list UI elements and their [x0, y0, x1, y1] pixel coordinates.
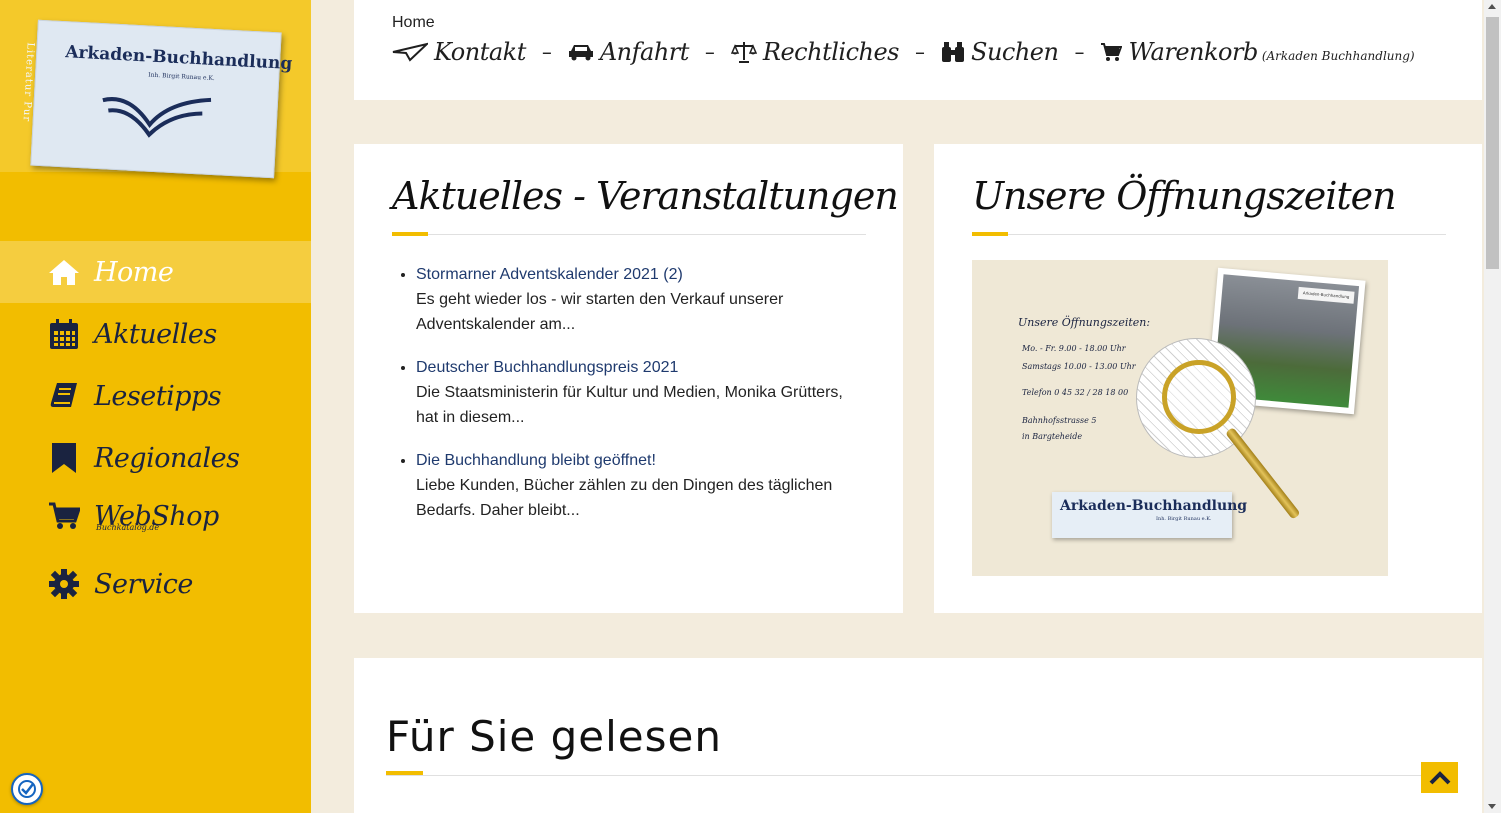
nav-label: Rechtliches [762, 38, 900, 66]
sidebar-item-label: Regionales [94, 442, 240, 474]
business-card-subtitle: Inh. Birgit Runau e.K. [1156, 516, 1212, 522]
sidebar-item-label: Aktuelles [94, 318, 217, 350]
shop-sign: Arkaden-Buchhandlung [1297, 286, 1355, 304]
sidebar-item-webshop[interactable]: WebShop Buchkatalog.de [0, 485, 311, 547]
sidebar-item-label: Lesetipps [94, 380, 222, 412]
cookie-consent-button[interactable] [11, 773, 43, 805]
title-divider [386, 775, 1446, 776]
nav-separator: – [541, 40, 552, 64]
hours-line: Samstags 10.00 - 13.00 Uhr [1022, 362, 1136, 371]
nav-anfahrt[interactable]: Anfahrt [568, 38, 689, 66]
title-divider [392, 234, 866, 235]
sidebar-item-label: Service [94, 568, 193, 600]
balance-scale-icon [730, 42, 757, 63]
list-item: Stormarner Adventskalender 2021 (2) Es g… [416, 262, 866, 337]
back-to-top-button[interactable] [1421, 762, 1458, 793]
news-excerpt: Liebe Kunden, Bücher zählen zu den Dinge… [416, 477, 833, 519]
news-excerpt: Die Staatsministerin für Kultur und Medi… [416, 384, 843, 426]
hours-line: Bahnhofsstrasse 5 [1022, 416, 1097, 425]
opening-hours-card: Unsere Öffnungszeiten Unsere Öffnungszei… [934, 144, 1482, 613]
open-book-icon [102, 97, 212, 138]
news-list: Stormarner Adventskalender 2021 (2) Es g… [416, 262, 866, 541]
cart-icon [1101, 43, 1123, 61]
opening-hours-title: Unsere Öffnungszeiten [972, 174, 1397, 218]
breadcrumb[interactable]: Home [392, 14, 435, 32]
nav-suchen[interactable]: Suchen [941, 38, 1059, 66]
list-item: Die Buchhandlung bleibt geöffnet! Liebe … [416, 448, 866, 523]
read-section-title: Für Sie gelesen [386, 712, 722, 761]
chevron-up-icon [1429, 770, 1450, 784]
business-card: Arkaden-Buchhandlung Inh. Birgit Runau e… [1052, 492, 1247, 538]
top-nav: Kontakt – Anfahrt – Rechtliches – Suchen… [392, 38, 1415, 66]
title-accent [972, 232, 1008, 236]
logo[interactable]: Literatur Pur Arkaden-Buchhandlung Inh. … [21, 19, 293, 179]
news-link[interactable]: Deutscher Buchhandlungspreis 2021 [416, 355, 866, 380]
nav-kontakt[interactable]: Kontakt [392, 38, 526, 66]
checkmark-icon [18, 780, 36, 798]
news-link[interactable]: Die Buchhandlung bleibt geöffnet! [416, 448, 866, 473]
paper-plane-icon [392, 42, 428, 62]
hours-line: Mo. - Fr. 9.00 - 18.00 Uhr [1022, 344, 1126, 353]
hours-line: Telefon 0 45 32 / 28 18 00 [1022, 388, 1129, 397]
read-section-card: Für Sie gelesen [354, 658, 1482, 813]
top-navigation-bar: Home Kontakt – Anfahrt – Rechtliches – S… [354, 0, 1482, 100]
sidebar-item-sublabel: Buchkatalog.de [96, 523, 160, 532]
business-card-title: Arkaden-Buchhandlung [1060, 498, 1248, 514]
nav-separator: – [704, 40, 715, 64]
scroll-down-arrow-icon[interactable] [1488, 804, 1496, 809]
logo-title: Arkaden-Buchhandlung [64, 42, 293, 75]
scrollbar-thumb[interactable] [1486, 17, 1499, 269]
nav-warenkorb[interactable]: Warenkorb (Arkaden Buchhandlung) [1100, 38, 1415, 66]
sidebar-item-label: Home [94, 256, 174, 288]
nav-separator: – [915, 40, 925, 64]
nav-label: Anfahrt [599, 38, 690, 66]
title-accent [386, 771, 423, 775]
gear-icon [48, 568, 80, 600]
hours-image-heading: Unsere Öffnungszeiten: [1018, 316, 1151, 329]
news-link[interactable]: Stormarner Adventskalender 2021 (2) [416, 262, 866, 287]
bookmark-icon [48, 442, 80, 474]
sidebar-item-service[interactable]: Service [0, 553, 311, 615]
scrollbar[interactable] [1484, 0, 1501, 813]
binoculars-icon [942, 42, 964, 62]
logo-side-text: Literatur Pur [20, 42, 36, 123]
sidebar: Literatur Pur Arkaden-Buchhandlung Inh. … [0, 0, 311, 813]
news-excerpt: Es geht wieder los - wir starten den Ver… [416, 291, 784, 333]
news-title: Aktuelles - Veranstaltungen [392, 174, 899, 218]
sidebar-item-regionales[interactable]: Regionales [0, 427, 311, 489]
title-divider [972, 234, 1446, 235]
scroll-up-arrow-icon[interactable] [1488, 4, 1496, 9]
nav-separator: – [1074, 40, 1085, 64]
book-icon [48, 380, 80, 412]
nav-label: Kontakt [434, 38, 526, 66]
opening-hours-image[interactable]: Unsere Öffnungszeiten: Mo. - Fr. 9.00 - … [972, 260, 1388, 576]
nav-label: Suchen [971, 38, 1059, 66]
list-item: Deutscher Buchhandlungspreis 2021 Die St… [416, 355, 866, 430]
calendar-icon [48, 318, 80, 350]
nav-sublabel: (Arkaden Buchhandlung) [1261, 49, 1415, 63]
hours-line: in Bargteheide [1022, 432, 1083, 441]
news-card: Aktuelles - Veranstaltungen Stormarner A… [354, 144, 903, 613]
sidebar-item-aktuelles[interactable]: Aktuelles [0, 303, 311, 365]
sidebar-item-home[interactable]: Home [0, 241, 311, 303]
cart-icon [48, 500, 80, 532]
sidebar-item-lesetipps[interactable]: Lesetipps [0, 365, 311, 427]
home-icon [48, 256, 80, 288]
nav-rechtliches[interactable]: Rechtliches [730, 38, 900, 66]
car-icon [568, 45, 593, 61]
nav-label: Warenkorb [1128, 38, 1258, 66]
magnifier-lens-icon [1162, 360, 1236, 434]
title-accent [392, 232, 428, 236]
logo-area: Literatur Pur Arkaden-Buchhandlung Inh. … [0, 0, 311, 179]
logo-subtitle: Inh. Birgit Runau e.K. [148, 71, 215, 83]
